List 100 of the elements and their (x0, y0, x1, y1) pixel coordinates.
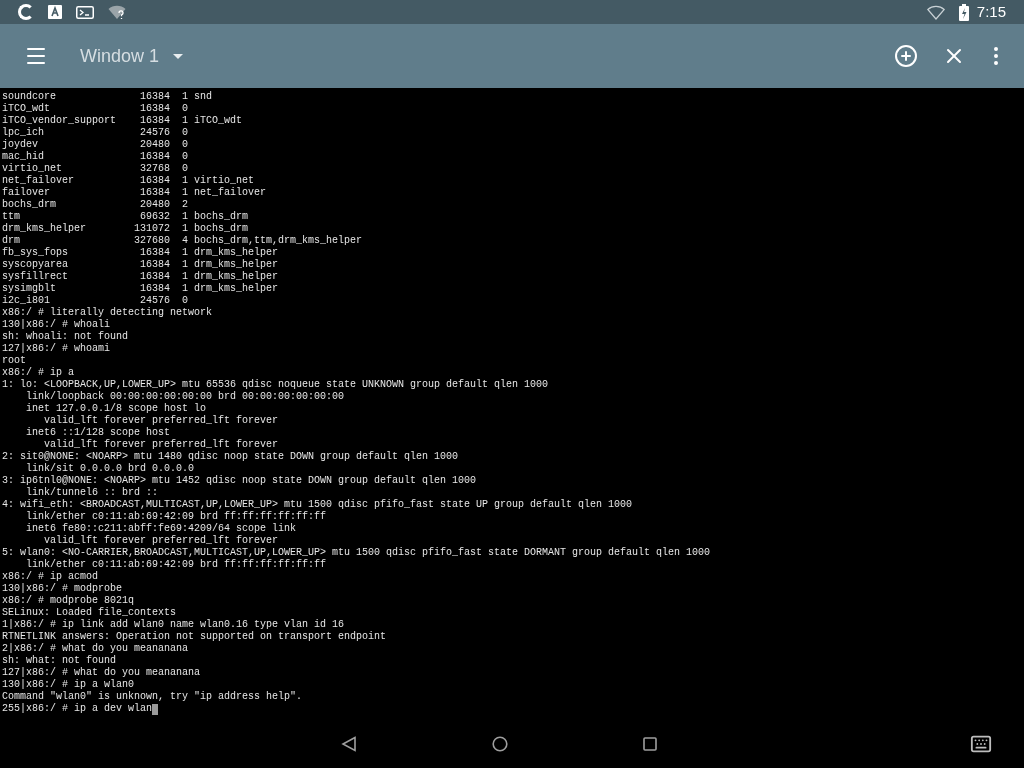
module-size: 32768 (139, 163, 170, 175)
module-name: syscopyarea (2, 259, 69, 271)
terminal-line: 127|x86:/ # whoami (2, 343, 111, 355)
module-used-by: drm_kms_helper (194, 283, 279, 295)
module-use-count: 1 (182, 211, 189, 223)
module-size: 16384 (139, 175, 170, 187)
terminal-line: 130|x86:/ # modprobe (2, 583, 123, 595)
terminal-line: x86:/ # modprobe 8021q (2, 595, 135, 607)
caret-icon (173, 53, 184, 59)
module-size: 16384 (139, 247, 170, 259)
module-size: 20480 (139, 139, 170, 151)
module-use-count: 1 (182, 259, 189, 271)
module-use-count: 1 (182, 115, 189, 127)
terminal-line: link/loopback 00:00:00:00:00:00 brd 00:00:00:00:00:00 (25, 391, 345, 403)
terminal-line: root (2, 355, 26, 367)
module-size: 16384 (139, 271, 170, 283)
module-used-by: bochs_drm (194, 211, 249, 223)
module-use-count: 4 (182, 235, 189, 247)
module-used-by: iTCO_wdt (194, 115, 243, 127)
module-name: i2c_i801 (2, 295, 51, 307)
module-name: failover (2, 187, 51, 199)
clock-time: 7:15 (976, 1, 1006, 22)
terminal-line: link/ether c0:11:ab:69:42:09 brd ff:ff:ff:ff:ff:ff (25, 559, 327, 571)
module-used-by: drm_kms_helper (194, 247, 279, 259)
module-use-count: 0 (182, 127, 189, 139)
terminal-line: 5: wlan0: <NO-CARRIER,BROADCAST,MULTICAST,UP,LOWER_UP> mtu 1500 qdisc pfifo_fast state DORMANT group default qlen 1000 (2, 547, 711, 559)
module-size: 327680 (133, 235, 170, 247)
terminal-line: 2|x86:/ # what do you meananana (2, 643, 189, 655)
module-use-count: 0 (182, 151, 189, 163)
module-name: drm_kms_helper (2, 223, 87, 235)
terminal-line: Command "wlan0" is unknown, try "ip address help". (2, 691, 303, 703)
module-size: 16384 (139, 283, 170, 295)
terminal-line: 1|x86:/ # ip link add wlan0 name wlan0.16 type vlan id 16 (2, 619, 345, 631)
module-name: ttm (2, 211, 21, 223)
terminal-line: link/sit 0.0.0.0 brd 0.0.0.0 (25, 463, 195, 475)
wifi-question-icon (108, 4, 126, 20)
module-used-by: drm_kms_helper (194, 259, 279, 271)
terminal-app-icon (76, 5, 94, 19)
terminal-line: link/tunnel6 :: brd :: (25, 487, 159, 499)
terminal-line: x86:/ # literally detecting network (2, 307, 213, 319)
module-size: 24576 (139, 127, 170, 139)
module-use-count: 0 (182, 163, 189, 175)
module-name: iTCO_wdt (2, 103, 51, 115)
module-size: 131072 (133, 223, 170, 235)
terminal-line: RTNETLINK answers: Operation not supported on transport endpoint (2, 631, 387, 643)
wifi-icon (926, 4, 945, 20)
module-name: virtio_net (2, 163, 63, 175)
recents-icon[interactable] (643, 737, 657, 751)
terminal-line: sh: whoali: not found (2, 331, 129, 343)
module-used-by: snd (194, 91, 213, 103)
module-use-count: 0 (182, 295, 189, 307)
terminal-line: 4: wifi_eth: <BROADCAST,MULTICAST,UP,LOWER_UP> mtu 1500 qdisc pfifo_fast state UP group default qlen 1000 (2, 499, 633, 511)
module-used-by: bochs_drm,ttm,drm_kms_helper (194, 235, 363, 247)
module-size: 20480 (139, 199, 170, 211)
module-size: 69632 (139, 211, 170, 223)
terminal-line: SELinux: Loaded file_contexts (2, 607, 177, 619)
module-name: mac_hid (2, 151, 45, 163)
module-size: 24576 (139, 295, 170, 307)
terminal-line: inet 127.0.0.1/8 scope host lo (25, 403, 207, 415)
terminal-line: 255|x86:/ # ip a dev wlan (2, 703, 153, 715)
module-name: drm (2, 235, 21, 247)
module-used-by: bochs_drm (194, 223, 249, 235)
module-use-count: 1 (182, 271, 189, 283)
add-window-icon[interactable] (894, 44, 918, 68)
module-used-by: drm_kms_helper (194, 271, 279, 283)
terminal-cursor (152, 703, 159, 715)
module-name: iTCO_vendor_support (2, 115, 116, 127)
module-use-count: 1 (182, 247, 189, 259)
module-use-count: 2 (182, 199, 189, 211)
module-size: 16384 (139, 115, 170, 127)
home-icon[interactable] (492, 736, 508, 752)
back-icon[interactable] (341, 736, 357, 752)
terminal-line: 130|x86:/ # whoali (2, 319, 111, 331)
module-name: sysimgblt (2, 283, 57, 295)
terminal-line: 127|x86:/ # what do you meananana (2, 667, 201, 679)
module-use-count: 1 (182, 187, 189, 199)
module-use-count: 1 (182, 175, 189, 187)
window-selector[interactable]: Window 1 (80, 42, 184, 70)
terminal-line: 130|x86:/ # ip a wlan0 (2, 679, 135, 691)
module-name: lpc_ich (2, 127, 45, 139)
module-use-count: 1 (182, 223, 189, 235)
module-size: 16384 (139, 103, 170, 115)
terminal-line: sh: what: not found (2, 655, 117, 667)
terminal-line: inet6 ::1/128 scope host (25, 427, 171, 439)
module-name: net_failover (2, 175, 75, 187)
module-name: fb_sys_fops (2, 247, 69, 259)
terminal-line: inet6 fe80::c211:abff:fe69:4209/64 scope link (25, 523, 297, 535)
module-use-count: 1 (182, 283, 189, 295)
terminal-line: 3: ip6tnl0@NONE: <NOARP> mtu 1452 qdisc noop state DOWN group default qlen 1000 (2, 475, 477, 487)
module-size: 16384 (139, 91, 170, 103)
module-name: sysfillrect (2, 271, 69, 283)
module-name: bochs_drm (2, 199, 57, 211)
terminal-line: valid_lft forever preferred_lft forever (43, 415, 279, 427)
module-size: 16384 (139, 187, 170, 199)
terminal-line: x86:/ # ip a (2, 367, 74, 379)
module-used-by: virtio_net (194, 175, 255, 187)
keyboard-icon[interactable] (970, 733, 992, 755)
font-app-icon (48, 5, 62, 19)
module-use-count: 0 (182, 139, 189, 151)
terminal-line: 1: lo: <LOOPBACK,UP,LOWER_UP> mtu 65536 qdisc noqueue state UNKNOWN group default qlen 1000 (2, 379, 549, 391)
